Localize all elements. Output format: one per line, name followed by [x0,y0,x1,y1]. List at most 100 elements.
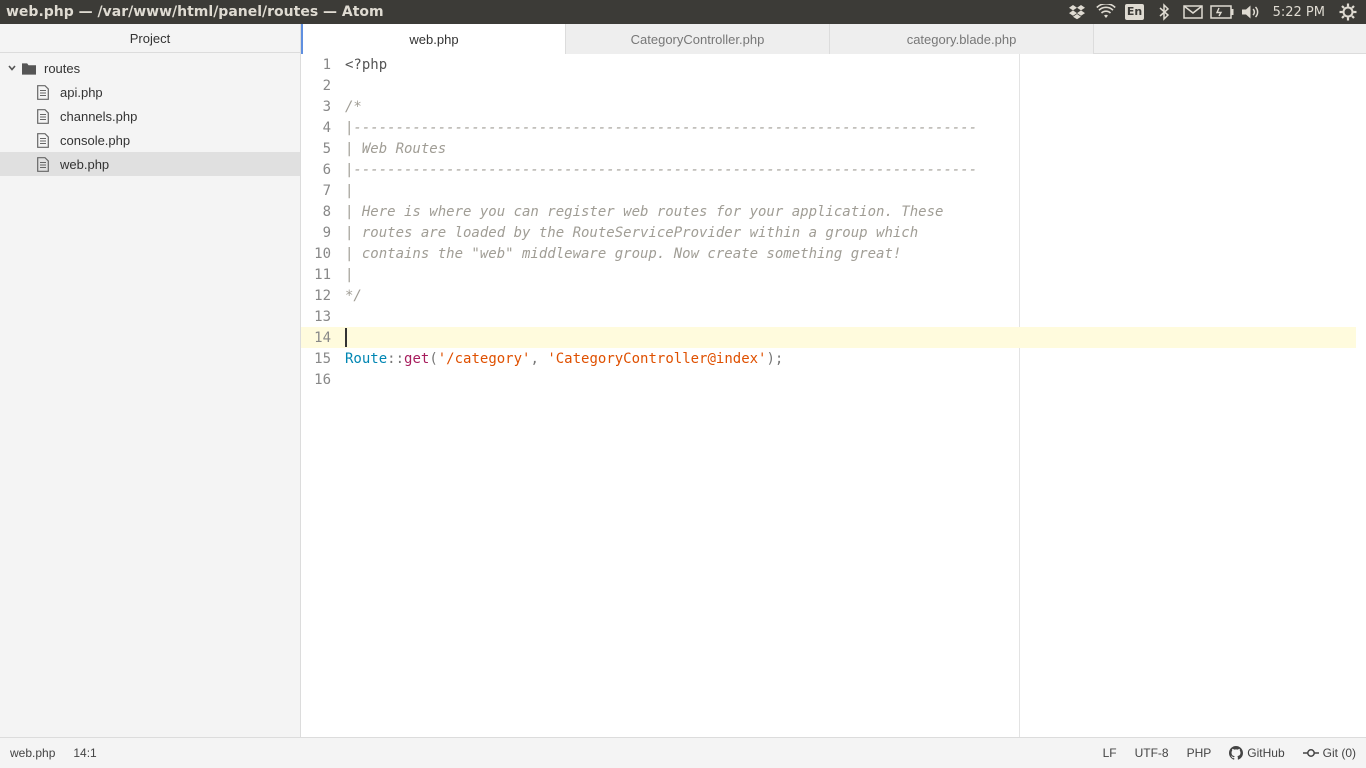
status-file-name[interactable]: web.php [10,746,55,760]
status-cursor-position[interactable]: 14:1 [73,746,96,760]
token-string-path: '/category' [437,350,531,367]
tab-category-controller[interactable]: CategoryController.php [566,24,830,54]
file-item-channels[interactable]: channels.php [0,104,300,128]
file-item-console[interactable]: console.php [0,128,300,152]
status-encoding[interactable]: UTF-8 [1135,746,1169,760]
line-number: 16 [314,371,331,388]
system-top-bar: web.php — /var/www/html/panel/routes — A… [0,0,1366,24]
token-open-paren: ( [429,350,438,367]
code-text: | [345,182,354,199]
file-text-icon [37,132,51,148]
github-label: GitHub [1247,746,1285,760]
status-grammar[interactable]: PHP [1187,746,1212,760]
code-line-current[interactable]: 14 [301,327,1356,348]
file-text-icon [37,156,51,172]
code-line[interactable]: 7 | [301,180,1356,201]
code-text: | Here is where you can register web rou… [345,203,944,220]
file-text-icon [37,84,51,100]
project-sidebar: Project routes api.php channels.php cons… [0,24,301,737]
code-text: | contains the "web" middleware group. N… [345,245,902,262]
line-number: 1 [322,56,331,73]
line-number: 7 [322,182,331,199]
line-number: 2 [322,77,331,94]
code-text: | Web Routes [345,140,447,157]
code-line[interactable]: 4 |-------------------------------------… [301,117,1356,138]
token-class: Route [345,350,388,367]
keyboard-layout-label: En [1124,4,1145,20]
code-line[interactable]: 3 /* [301,96,1356,117]
project-panel-header[interactable]: Project [0,24,300,53]
battery-icon[interactable] [1209,0,1234,24]
file-text-icon [37,108,51,124]
file-label: api.php [60,84,103,100]
folder-icon [22,61,36,75]
dropbox-icon[interactable] [1065,0,1089,24]
tab-category-blade[interactable]: category.blade.php [830,24,1094,54]
git-commit-icon [1302,749,1319,757]
status-bar: web.php 14:1 LF UTF-8 PHP GitHub Git (0) [0,737,1366,768]
code-text-route: Route::get('/category', 'CategoryControl… [345,351,783,367]
window-title: web.php — /var/www/html/panel/routes — A… [6,4,384,20]
token-comma: , [530,350,548,367]
token-method: get [404,350,430,367]
file-item-web[interactable]: web.php [0,152,300,176]
code-line[interactable]: 12 */ [301,285,1356,306]
token-close: ); [766,350,784,367]
line-number: 12 [314,287,331,304]
line-number: 13 [314,308,331,325]
file-item-api[interactable]: api.php [0,80,300,104]
status-github-button[interactable]: GitHub [1229,746,1285,760]
chevron-down-icon[interactable] [6,62,18,74]
code-line[interactable]: 11 | [301,264,1356,285]
line-number: 4 [322,119,331,136]
code-text: |---------------------------------------… [345,119,978,136]
mail-icon[interactable] [1181,0,1205,24]
folder-routes[interactable]: routes [0,56,300,80]
code-line[interactable]: 8 | Here is where you can register web r… [301,201,1356,222]
code-line[interactable]: 5 | Web Routes [301,138,1356,159]
code-text: /* [345,98,362,115]
status-git-button[interactable]: Git (0) [1302,746,1356,760]
code-line[interactable]: 2 [301,75,1356,96]
token-string-handler: 'CategoryController@index' [547,350,767,367]
bluetooth-icon[interactable] [1152,0,1176,24]
system-tray: En 5:22 PM [1060,0,1366,24]
line-number: 15 [314,350,331,367]
text-cursor [345,328,347,347]
code-text: | [345,266,354,283]
file-label: web.php [60,156,110,172]
code-line[interactable]: 10 | contains the "web" middleware group… [301,243,1356,264]
line-number: 14 [314,329,331,346]
code-line[interactable]: 15 Route::get('/category', 'CategoryCont… [301,348,1356,369]
line-number: 11 [314,266,331,283]
line-number: 6 [322,161,331,178]
folder-label: routes [44,60,81,76]
file-label: channels.php [60,108,138,124]
editor-tab-bar: web.php CategoryController.php category.… [301,24,1366,55]
file-tree: routes api.php channels.php console.php … [0,53,300,176]
code-text: <?php [345,56,388,73]
code-text: | routes are loaded by the RouteServiceP… [345,224,919,241]
github-icon [1229,746,1244,760]
line-number: 8 [322,203,331,220]
tab-web-php[interactable]: web.php [301,24,566,55]
line-number: 9 [322,224,331,241]
code-line[interactable]: 13 [301,306,1356,327]
volume-icon[interactable] [1239,0,1263,24]
status-line-ending[interactable]: LF [1103,746,1117,760]
clock[interactable]: 5:22 PM [1273,5,1325,20]
settings-gear-icon[interactable] [1336,0,1360,24]
code-line[interactable]: 1 <?php [301,54,1356,75]
line-number: 10 [314,245,331,262]
code-line[interactable]: 6 |-------------------------------------… [301,159,1356,180]
file-label: console.php [60,132,131,148]
code-line[interactable]: 9 | routes are loaded by the RouteServic… [301,222,1356,243]
code-line[interactable]: 16 [301,369,1356,390]
line-number: 5 [322,140,331,157]
code-editor[interactable]: 1 <?php 2 3 /* 4 |----------------------… [301,54,1366,737]
wifi-icon[interactable] [1094,0,1118,24]
keyboard-layout-icon[interactable]: En [1123,0,1147,24]
code-text: */ [345,287,362,304]
code-text: |---------------------------------------… [345,161,978,178]
git-label: Git (0) [1322,746,1356,760]
